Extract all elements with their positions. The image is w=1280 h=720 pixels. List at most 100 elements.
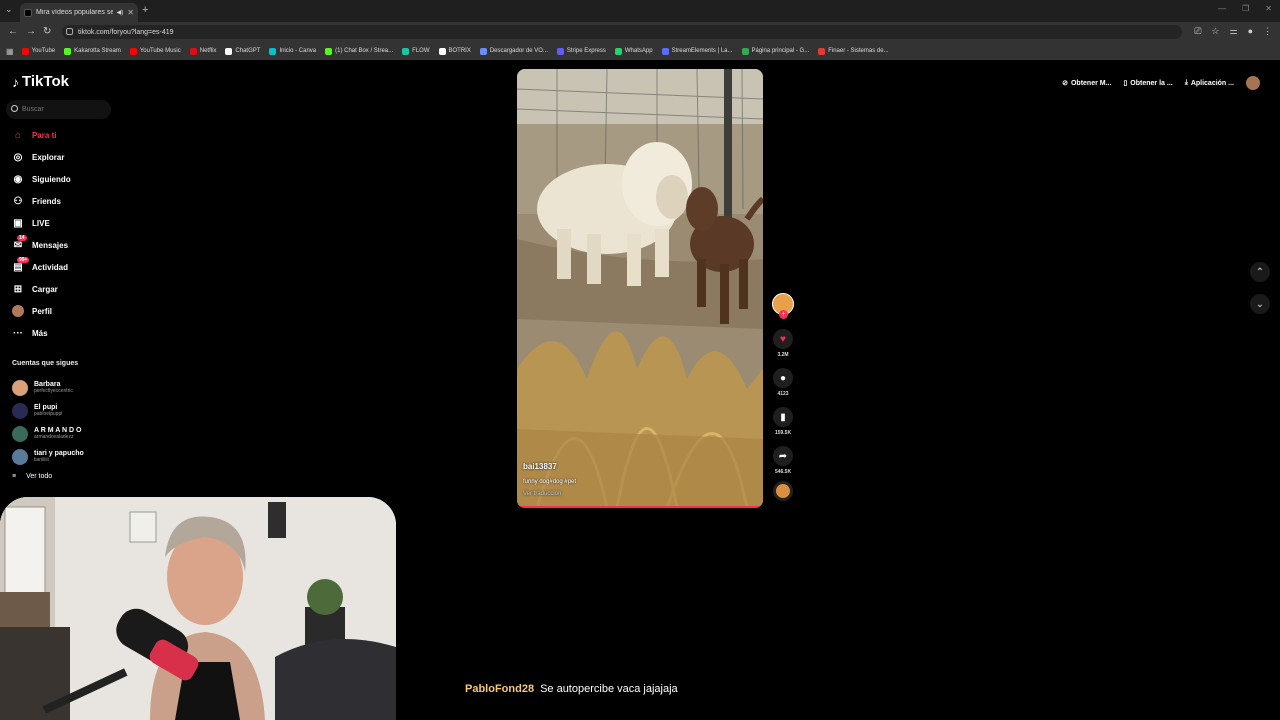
live-icon: ▣ — [13, 217, 23, 229]
bookmark-item[interactable]: Finaer - Sistemas de... — [818, 47, 889, 55]
bookmark-favicon-icon — [269, 47, 277, 55]
sidebar-item-label: Cargar — [32, 284, 58, 294]
sidebar-item-live[interactable]: ▣ LIVE — [12, 212, 71, 234]
bookmark-item[interactable]: FLOW — [402, 47, 430, 55]
following-account[interactable]: tiari y papucho tiariiiiiii — [12, 445, 84, 468]
bookmark-item[interactable]: (1) Chat Box / Strea... — [325, 47, 393, 55]
forward-icon[interactable]: → — [26, 26, 36, 37]
bookmark-item[interactable]: BOTRIX — [438, 47, 471, 55]
window-controls: — ❐ ✕ — [1218, 4, 1272, 13]
bookmark-item[interactable]: Página principal - G... — [741, 47, 809, 55]
sidebar-item-siguiendo[interactable]: ◉ Siguiendo — [12, 168, 71, 190]
speaker-icon[interactable]: ◀) — [117, 9, 124, 16]
minimize-icon[interactable]: — — [1218, 4, 1226, 13]
sidebar-item-actividad[interactable]: ▤ 99+ Actividad — [12, 256, 71, 278]
sidebar-item-cargar[interactable]: ⊞ Cargar — [12, 278, 71, 300]
like-action[interactable]: ♥ 3.2M — [773, 329, 793, 358]
bookmark-item[interactable]: YouTube — [21, 47, 55, 55]
sidebar-item-mensajes[interactable]: ✉ 14 Mensajes — [12, 234, 71, 256]
reload-icon[interactable]: ↻ — [43, 26, 51, 37]
share-icon[interactable]: ➦ — [773, 446, 793, 466]
profile-icon[interactable]: ● — [1248, 26, 1253, 37]
bookmark-item[interactable]: WhatsApp — [614, 47, 653, 55]
sidebar-item-más[interactable]: ··· Más — [12, 322, 71, 344]
tab-list-icon[interactable]: ⌄ — [5, 4, 13, 15]
user-avatar[interactable] — [1246, 76, 1260, 90]
bookmark-item[interactable]: ChatGPT — [225, 47, 260, 55]
sidebar-item-friends[interactable]: ⚇ Friends — [12, 190, 71, 212]
tiktok-logo[interactable]: ♪ TikTok — [12, 73, 69, 90]
menu-icon[interactable]: ⋮ — [1263, 26, 1272, 37]
account-text: tiari y papucho tiariiiiiii — [34, 450, 84, 463]
video-progress-bar[interactable] — [517, 506, 763, 508]
chat-message: Se autopercibe vaca jajajaja — [540, 683, 678, 695]
follow-plus-icon[interactable]: + — [779, 310, 788, 319]
sidebar-item-para-ti[interactable]: ⌂ Para ti — [12, 124, 71, 146]
see-translation-link[interactable]: Ver traducción — [523, 491, 561, 497]
bookmark-label: YouTube Music — [139, 48, 181, 54]
share-count: 546.5K — [774, 469, 792, 475]
bookmark-item[interactable]: Descargador de VO... — [479, 47, 548, 55]
previous-video-button[interactable]: ⌃ — [1250, 262, 1270, 282]
get-app-button[interactable]: ▯ Obtener la ... — [1123, 79, 1172, 88]
url-field[interactable]: tiktok.com/foryou?lang=es-419 — [62, 25, 1182, 39]
site-info-icon[interactable] — [66, 28, 73, 35]
notification-badge: 14 — [17, 235, 27, 241]
close-tab-icon[interactable]: ✕ — [127, 8, 134, 17]
bookmark-icon[interactable]: ▮ — [773, 407, 793, 427]
bookmark-favicon-icon — [225, 47, 233, 55]
video-player[interactable]: bai13837 funny dog#dog #pet Ver traducci… — [517, 69, 763, 508]
install-app-icon[interactable]: ⎚ — [1194, 26, 1201, 37]
see-all-link[interactable]: ≡ Ver todo — [12, 473, 52, 480]
bookmark-item[interactable]: Inicio - Canva — [269, 47, 316, 55]
save-action[interactable]: ▮ 159.5K — [773, 407, 793, 436]
creator-avatar[interactable]: + — [772, 293, 794, 319]
close-window-icon[interactable]: ✕ — [1265, 4, 1272, 13]
messages-icon: ✉ 14 — [13, 235, 27, 251]
bookmark-favicon-icon — [325, 47, 333, 55]
bookmark-item[interactable]: Stripe Express — [556, 47, 606, 55]
bookmark-label: Kakarotta Stream — [74, 48, 121, 54]
apps-icon[interactable]: ▦ — [6, 47, 14, 56]
following-account[interactable]: A R M A N D Oarmandovaladezz — [12, 422, 84, 445]
tab-title: Mira vídeos populares selec — [36, 9, 113, 16]
save-count: 159.5K — [774, 430, 792, 436]
bookmark-favicon-icon — [129, 47, 137, 55]
next-video-button[interactable]: ⌄ — [1250, 294, 1270, 314]
account-username: tiariiiiiii — [34, 457, 49, 463]
browser-tab[interactable]: Mira vídeos populares selec ◀) ✕ — [20, 3, 138, 22]
restore-icon[interactable]: ❐ — [1242, 4, 1249, 13]
get-coins-label: Obtener M... — [1070, 79, 1112, 87]
following-account[interactable]: El pupi pabloelpuppi — [12, 399, 84, 422]
bookmark-favicon-icon — [402, 47, 410, 55]
friends-icon: ⚇ — [13, 195, 23, 207]
sidebar-item-explorar[interactable]: ◎ Explorar — [12, 146, 71, 168]
comment-action[interactable]: ● 4123 — [773, 368, 793, 397]
search-input[interactable]: Buscar — [6, 100, 111, 119]
webcam-overlay — [0, 497, 396, 720]
chevron-up-icon: ⌃ — [1255, 266, 1265, 278]
bookmark-item[interactable]: Kakarotta Stream — [64, 47, 121, 55]
bookmark-item[interactable]: StreamElements | La... — [661, 47, 733, 55]
back-icon[interactable]: ← — [8, 26, 18, 37]
get-coins-button[interactable]: ⊘ Obtener M... — [1062, 79, 1112, 88]
browser-tab-bar: ⌄ Mira vídeos populares selec ◀) ✕ + — ❐… — [0, 0, 1280, 22]
bookmark-item[interactable]: YouTube Music — [129, 47, 181, 55]
bookmark-item[interactable]: Netflix — [189, 47, 216, 55]
pc-app-button[interactable]: ⤓ Aplicación ... — [1185, 79, 1234, 87]
bookmark-star-icon[interactable]: ☆ — [1211, 26, 1219, 37]
new-tab-icon[interactable]: + — [142, 4, 148, 16]
share-action[interactable]: ➦ 546.5K — [773, 446, 793, 475]
video-author[interactable]: bai13837 — [523, 462, 557, 471]
comment-icon[interactable]: ● — [773, 368, 793, 388]
pc-app-label: Aplicación ... — [1190, 79, 1234, 87]
account-avatar — [12, 425, 28, 442]
extensions-icon[interactable]: ⚌ — [1229, 26, 1237, 37]
following-account[interactable]: Barbara perfectlyeccentric — [12, 376, 84, 399]
heart-icon[interactable]: ♥ — [773, 329, 793, 349]
bookmark-favicon-icon — [741, 47, 749, 55]
sidebar-item-perfil[interactable]: Perfil — [12, 300, 71, 322]
music-disc-icon[interactable] — [773, 481, 793, 501]
account-avatar — [12, 379, 28, 396]
tiktok-note-icon: ♪ — [12, 73, 19, 90]
